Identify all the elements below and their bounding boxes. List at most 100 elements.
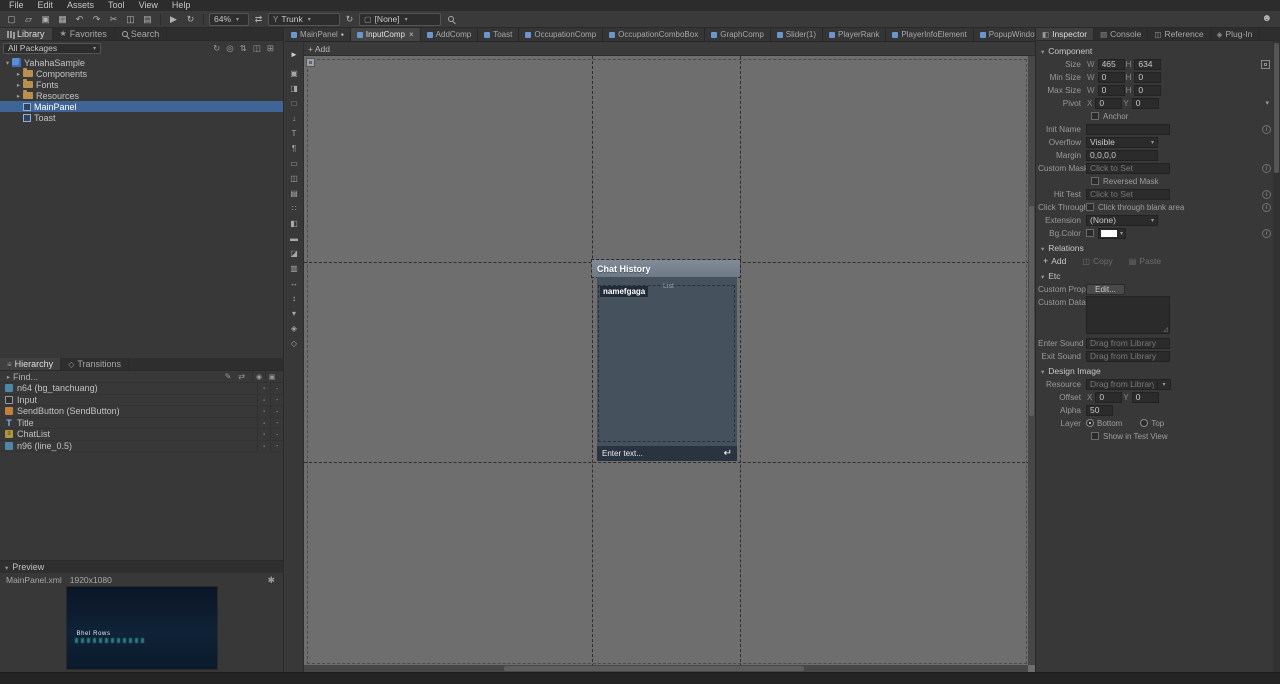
- controller-dot[interactable]: [257, 395, 270, 406]
- redo-icon[interactable]: ↷: [89, 13, 104, 26]
- preset-select[interactable]: ▢ [None]: [359, 13, 441, 26]
- input-tool-icon[interactable]: ▭: [287, 156, 302, 171]
- doc-tab[interactable]: MainPanel × ●: [285, 28, 351, 41]
- library-tree-item[interactable]: ▸ Components: [0, 68, 283, 79]
- sort-icon[interactable]: ⇅: [240, 43, 247, 53]
- image-tool-icon[interactable]: ▣: [287, 66, 302, 81]
- tab-inspector[interactable]: ◧ Inspector: [1036, 28, 1094, 40]
- doc-tab[interactable]: InputComp × ●: [351, 28, 421, 41]
- search-icon[interactable]: [443, 13, 458, 26]
- tab-close-icon[interactable]: ×: [409, 30, 414, 39]
- tab-favorites[interactable]: ★ Favorites: [53, 28, 115, 40]
- library-tree-item[interactable]: MainPanel: [0, 101, 283, 112]
- hierarchy-item[interactable]: n96 (line_0.5): [0, 441, 283, 453]
- custom-mask-input[interactable]: [1086, 163, 1170, 174]
- paste-relations-button[interactable]: Paste: [1129, 256, 1161, 266]
- edit-icon[interactable]: ✎: [225, 372, 232, 381]
- design-canvas[interactable]: Chat History namefgaga List Enter text..…: [304, 56, 1035, 672]
- resource-input[interactable]: [1086, 379, 1158, 390]
- expand-arrow-icon[interactable]: ▸: [14, 81, 23, 89]
- min-width-input[interactable]: [1098, 72, 1125, 83]
- doc-tab[interactable]: PlayerInfoElement × ●: [886, 28, 973, 41]
- bg-color-checkbox[interactable]: [1086, 229, 1094, 237]
- text-input-field[interactable]: Enter text... ↵: [597, 446, 737, 461]
- size-height-input[interactable]: [1134, 59, 1161, 70]
- visibility-dot[interactable]: [270, 441, 283, 452]
- controller-dot[interactable]: [257, 383, 270, 394]
- button-tool-icon[interactable]: ▬: [287, 231, 302, 246]
- info-icon[interactable]: [1262, 203, 1271, 212]
- doc-tab[interactable]: GraphComp × ●: [705, 28, 771, 41]
- doc-tab[interactable]: PlayerRank × ●: [823, 28, 886, 41]
- tab-console[interactable]: ▤ Console: [1094, 28, 1148, 40]
- loader-tool-icon[interactable]: ↓: [287, 111, 302, 126]
- canvas-horizontal-scrollbar[interactable]: [304, 665, 1028, 672]
- new-package-icon[interactable]: ⊞: [267, 43, 274, 53]
- tab-plugin[interactable]: ◈ Plug-In: [1211, 28, 1260, 40]
- hierarchy-item[interactable]: Input: [0, 395, 283, 407]
- tab-reference[interactable]: ◫ Reference: [1148, 28, 1210, 40]
- select-tool-icon[interactable]: ►: [287, 47, 302, 62]
- preview-header[interactable]: Preview: [0, 560, 283, 573]
- save-all-icon[interactable]: ▦: [55, 13, 70, 26]
- cut-icon[interactable]: ✂: [106, 13, 121, 26]
- size-width-input[interactable]: [1098, 59, 1125, 70]
- group-tool-icon[interactable]: ◫: [287, 171, 302, 186]
- test-play-icon[interactable]: ▶: [166, 13, 181, 26]
- canvas-vertical-scrollbar[interactable]: [1028, 56, 1035, 665]
- reversed-mask-checkbox[interactable]: [1091, 177, 1099, 185]
- menu-tool[interactable]: Tool: [101, 0, 132, 11]
- window-title-bar[interactable]: Chat History: [592, 260, 740, 277]
- paste-icon[interactable]: ▤: [140, 13, 155, 26]
- visibility-dot[interactable]: [270, 406, 283, 417]
- offset-x-input[interactable]: [1095, 392, 1122, 403]
- visibility-dot[interactable]: [270, 429, 283, 440]
- shape-tool-icon[interactable]: ◇: [287, 336, 302, 351]
- add-button[interactable]: + Add: [308, 44, 330, 54]
- tree-tool-icon[interactable]: ∷: [287, 201, 302, 216]
- branch-select[interactable]: Y Trunk: [268, 13, 340, 26]
- info-icon[interactable]: [1262, 190, 1271, 199]
- section-component[interactable]: Component: [1036, 44, 1273, 57]
- pivot-preset-dropdown-icon[interactable]: [1265, 99, 1269, 107]
- menu-help[interactable]: Help: [165, 0, 198, 11]
- controller-dot[interactable]: [257, 406, 270, 417]
- section-relations[interactable]: Relations: [1036, 241, 1273, 254]
- doc-tab[interactable]: PopupWindow × ●: [974, 28, 1035, 41]
- name-text[interactable]: namefgaga: [600, 286, 648, 297]
- min-height-input[interactable]: [1134, 72, 1161, 83]
- reload-icon[interactable]: ↻: [342, 13, 357, 26]
- component-tool-icon[interactable]: ◧: [287, 216, 302, 231]
- resource-dropdown-icon[interactable]: [1158, 379, 1171, 390]
- pivot-x-input[interactable]: [1095, 98, 1122, 109]
- open-icon[interactable]: ▱: [21, 13, 36, 26]
- click-through-checkbox[interactable]: [1086, 203, 1094, 211]
- copy-relations-button[interactable]: Copy: [1082, 256, 1112, 266]
- preview-thumbnail[interactable]: Bhel Rows: [67, 587, 217, 669]
- user-account-icon[interactable]: ☻: [1261, 14, 1272, 24]
- menu-file[interactable]: File: [2, 0, 31, 11]
- section-design-image[interactable]: Design Image: [1036, 364, 1273, 377]
- enter-sound-input[interactable]: [1086, 338, 1170, 349]
- graph-tool-icon[interactable]: □: [287, 96, 302, 111]
- layer-top-radio[interactable]: [1140, 419, 1148, 427]
- hierarchy-item[interactable]: SendButton (SendButton): [0, 406, 283, 418]
- export-icon[interactable]: ◫: [253, 43, 261, 53]
- scrollbar-tool-icon[interactable]: ↕: [287, 291, 302, 306]
- margin-input[interactable]: [1086, 150, 1158, 161]
- visibility-dot[interactable]: [270, 418, 283, 429]
- refresh-icon[interactable]: ↻: [183, 13, 198, 26]
- doc-tab[interactable]: Toast × ●: [478, 28, 519, 41]
- hierarchy-item[interactable]: Title: [0, 418, 283, 430]
- text-tool-icon[interactable]: T: [287, 126, 302, 141]
- locate-icon[interactable]: ◎: [226, 43, 233, 53]
- layer-bottom-radio[interactable]: [1086, 419, 1094, 427]
- copy-icon[interactable]: ◫: [123, 13, 138, 26]
- label-tool-icon[interactable]: ◪: [287, 246, 302, 261]
- controller-dot[interactable]: [257, 441, 270, 452]
- menu-view[interactable]: View: [132, 0, 165, 11]
- offset-y-input[interactable]: [1132, 392, 1159, 403]
- init-name-input[interactable]: [1086, 124, 1170, 135]
- resize-grip-icon[interactable]: [1163, 326, 1168, 333]
- exit-sound-input[interactable]: [1086, 351, 1170, 362]
